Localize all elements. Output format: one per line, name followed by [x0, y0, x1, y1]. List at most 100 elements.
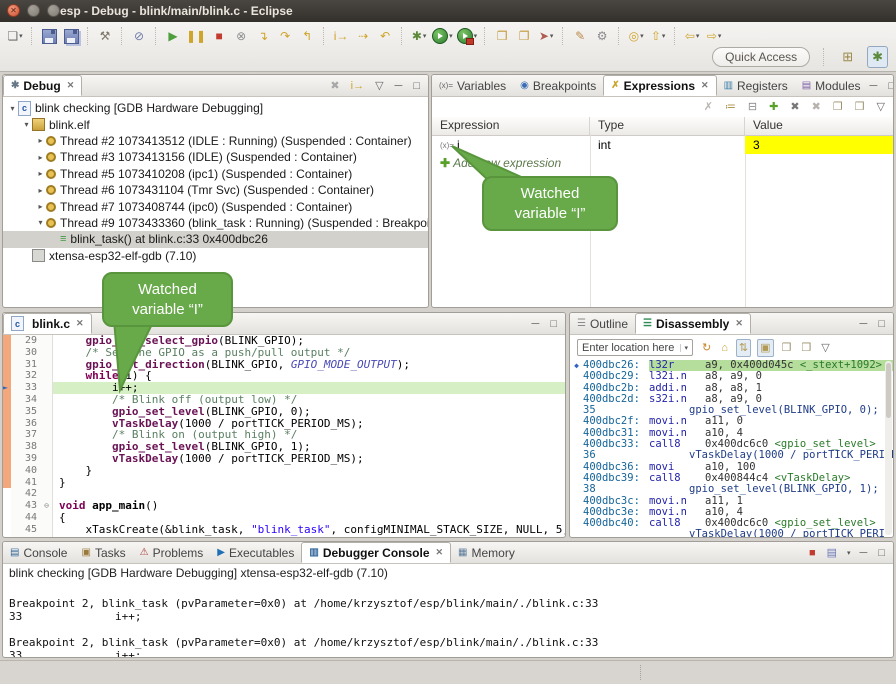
disassembly-source-line[interactable]: 38gpio_set_level(BLINK_GPIO, 1);	[570, 484, 893, 495]
disassembly-instruction[interactable]: 400dbc3c:movi.na11, 1	[570, 496, 893, 507]
tree-item[interactable]: ▾cblink checking [GDB Hardware Debugging…	[3, 100, 428, 116]
code-line-40[interactable]: 40 }	[3, 465, 565, 477]
tree-item[interactable]: ▾Thread #9 1073433360 (blink_task : Runn…	[3, 215, 428, 231]
dropdown-arrow-icon[interactable]: ▾	[449, 32, 453, 40]
tree-item[interactable]: ▸Thread #2 1073413512 (IDLE : Running) (…	[3, 133, 428, 149]
close-icon[interactable]: ✕	[67, 80, 75, 91]
sync-selection-icon[interactable]: ⇅	[736, 339, 751, 357]
terminate-icon[interactable]: ■	[807, 545, 818, 561]
window-minimize-button[interactable]	[27, 4, 40, 17]
dropdown-arrow-icon[interactable]: ▾	[550, 32, 554, 40]
save-button[interactable]	[38, 26, 60, 46]
column-header-type[interactable]: Type	[590, 117, 745, 135]
expression-value-cell[interactable]: 3	[745, 136, 893, 154]
view-menu-icon[interactable]: ▽	[875, 99, 887, 115]
tree-item[interactable]: ▸Thread #3 1073413156 (IDLE) (Suspended …	[3, 149, 428, 165]
column-header-expression[interactable]: Expression	[432, 117, 590, 135]
tab-debug[interactable]: ✱ Debug ✕	[3, 75, 82, 96]
maximize-icon[interactable]: □	[876, 545, 887, 561]
dropdown-arrow-icon[interactable]: ▾	[640, 32, 644, 40]
code-line-46[interactable]: 46}	[3, 536, 565, 537]
show-type-names-icon[interactable]: ✗	[702, 99, 715, 115]
build-button[interactable]: ⚒	[94, 26, 116, 46]
display-console-icon[interactable]: ▤	[825, 545, 839, 561]
debug-button[interactable]: ✱▾	[408, 26, 430, 46]
code-text[interactable]: }	[53, 536, 565, 537]
tab-disassembly[interactable]: ☰Disassembly✕	[635, 313, 751, 334]
minimize-icon[interactable]: ─	[868, 78, 880, 94]
twisty-open-icon[interactable]: ▾	[35, 218, 46, 227]
minimize-icon[interactable]: ─	[530, 316, 542, 332]
step-return-button[interactable]: ↰	[296, 26, 318, 46]
disassembly-source-line[interactable]: vTaskDelay(1000 / portTICK_PERI	[570, 529, 893, 537]
fold-marker-icon[interactable]: ⊖	[41, 500, 53, 512]
disassembly-instruction[interactable]: 400dbc39:call80x400844c4 <vTaskDelay>	[570, 473, 893, 484]
tree-item[interactable]: ▸Thread #7 1073408744 (ipc0) (Suspended …	[3, 198, 428, 214]
disassembly-instruction[interactable]: 400dbc31:movi.na10, 4	[570, 428, 893, 439]
tab-console[interactable]: ▤Console	[3, 542, 74, 563]
step-into-button[interactable]: ↴	[252, 26, 274, 46]
suspend-button[interactable]: ❚❚	[184, 26, 208, 46]
remove-all-terminated-icon[interactable]: ✖	[328, 78, 341, 94]
console-output[interactable]: Breakpoint 2, blink_task (pvParameter=0x…	[3, 582, 893, 658]
tree-item[interactable]: ▾blink.elf	[3, 116, 428, 132]
disassembly-instruction[interactable]: 400dbc2d:s32i.na8, a9, 0	[570, 394, 893, 405]
detach-view-icon[interactable]: ❐	[780, 340, 794, 356]
detach-view-icon[interactable]: ❐	[831, 99, 845, 115]
show-logical-structure-icon[interactable]: ≔	[723, 99, 738, 115]
scrollbar-thumb[interactable]	[886, 363, 891, 418]
quick-access-button[interactable]: Quick Access	[712, 47, 810, 67]
show-source-icon[interactable]: ▣	[757, 339, 773, 357]
column-header-value[interactable]: Value	[745, 117, 893, 135]
maximize-icon[interactable]: □	[886, 78, 894, 94]
tab-modules[interactable]: ▤Modules	[795, 75, 868, 96]
maximize-icon[interactable]: □	[548, 316, 559, 332]
disassembly-instruction[interactable]: 400dbc36:movia10, 100	[570, 462, 893, 473]
disassembly-instruction[interactable]: 400dbc2b:addi.na8, a8, 1	[570, 383, 893, 394]
add-expression-icon[interactable]: ✚	[767, 99, 780, 115]
tab-registers[interactable]: ▥Registers	[717, 75, 795, 96]
forward-button[interactable]: ⇨▾	[703, 26, 725, 46]
dropdown-arrow-icon[interactable]: ▾	[718, 32, 722, 40]
step-over-button[interactable]: ↷	[274, 26, 296, 46]
disassembly-instruction[interactable]: 400dbc2f:movi.na11, 0	[570, 416, 893, 427]
minimize-icon[interactable]: ─	[858, 545, 870, 561]
view-menu-icon[interactable]: ▽	[819, 340, 831, 356]
tree-item[interactable]: ▸Thread #6 1073431104 (Tmr Svc) (Suspend…	[3, 182, 428, 198]
tab-memory[interactable]: ▦Memory	[451, 542, 522, 563]
code-text[interactable]: xTaskCreate(&blink_task, "blink_task", c…	[53, 524, 565, 536]
launch-history-button[interactable]: ➤▾	[535, 26, 557, 46]
dropdown-arrow-icon[interactable]: ▾	[847, 549, 851, 557]
debug-perspective-icon[interactable]: ✱	[867, 46, 888, 68]
code-text[interactable]: void app_main()	[53, 500, 565, 512]
tab-problems[interactable]: ⚠Problems	[133, 542, 211, 563]
open-perspective-icon[interactable]: ⊞	[838, 47, 857, 67]
preferences-button[interactable]: ⚙	[591, 26, 613, 46]
new-view-icon[interactable]: ❒	[853, 99, 867, 115]
drop-to-frame-button[interactable]: ↶	[374, 26, 396, 46]
window-maximize-button[interactable]	[47, 4, 60, 17]
twisty-open-icon[interactable]: ▾	[7, 104, 18, 113]
open-element-button[interactable]: ❒	[491, 26, 513, 46]
minimize-icon[interactable]: ─	[858, 316, 870, 332]
new-wizard-button[interactable]: ❏▾	[4, 26, 26, 46]
tab-debugger-console[interactable]: ▥Debugger Console✕	[301, 542, 451, 563]
tab-expressions[interactable]: ✗Expressions✕	[603, 75, 716, 96]
code-line-41[interactable]: 41}	[3, 477, 565, 489]
tree-item[interactable]: ≡blink_task() at blink.c:33 0x400dbc26	[3, 231, 428, 247]
dropdown-arrow-icon[interactable]: ▾	[662, 32, 666, 40]
tab-executables[interactable]: ▶Executables	[210, 542, 301, 563]
disassembly-instruction[interactable]: 400dbc33:call80x400dc6c0 <gpio_set_level…	[570, 439, 893, 450]
refresh-icon[interactable]: ↻	[700, 340, 713, 356]
disassembly-listing[interactable]: ◆400dbc26:l32ra9, 0x400d045c <_stext+109…	[570, 360, 893, 537]
save-all-button[interactable]	[60, 26, 82, 46]
new-view-icon[interactable]: ❒	[799, 340, 813, 356]
code-line-43[interactable]: 43⊖void app_main()	[3, 500, 565, 512]
collapse-all-icon[interactable]: ⊟	[746, 99, 759, 115]
twisty-open-icon[interactable]: ▾	[21, 120, 32, 129]
code-line-45[interactable]: 45 xTaskCreate(&blink_task, "blink_task"…	[3, 524, 565, 536]
code-text[interactable]: }	[53, 465, 565, 477]
code-text[interactable]: vTaskDelay(1000 / portTICK_PERIOD_MS);	[53, 453, 565, 465]
skip-all-breakpoints-button[interactable]: ⊘	[128, 26, 150, 46]
twisty-closed-icon[interactable]: ▸	[35, 202, 46, 211]
